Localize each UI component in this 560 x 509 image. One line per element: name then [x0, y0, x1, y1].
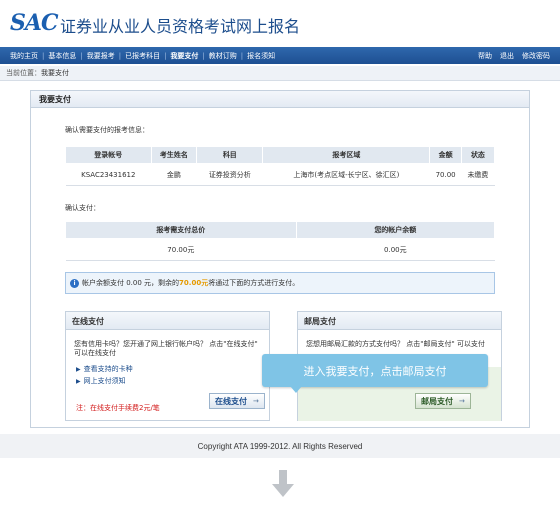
- column-header: 金额: [429, 146, 462, 164]
- page-footer: Copyright ATA 1999-2012. All Rights Rese…: [0, 434, 560, 458]
- post-office-pay-button[interactable]: 邮局支付 →: [415, 393, 471, 409]
- table-header-row: 报考需支付总价 您的帐户余额: [65, 221, 496, 239]
- column-header: 考生姓名: [150, 146, 198, 164]
- column-header: 状态: [460, 146, 496, 164]
- post-office-payment-title: 邮局支付: [298, 312, 501, 330]
- online-payment-notice-label: 网上支付须知: [83, 377, 126, 385]
- online-pay-button-label: 在线支付: [215, 396, 247, 406]
- notice-remaining-amount: 70.00元: [179, 279, 209, 287]
- cell-subject: 证券投资分析: [196, 163, 263, 186]
- exam-info-table: 登录帐号 考生姓名 科目 报考区域 金额 状态 KSAC23431612 金鹏 …: [65, 146, 496, 186]
- triangle-right-icon: ▶: [76, 378, 81, 385]
- column-header: 登录帐号: [65, 146, 152, 164]
- sac-logo[interactable]: SAC: [10, 10, 58, 36]
- online-payment-description: 您有信用卡吗？您开通了网上银行帐户吗？ 点击"在线支付" 可以在线支付: [74, 340, 258, 357]
- online-payment-box: 在线支付 您有信用卡吗？您开通了网上银行帐户吗？ 点击"在线支付" 可以在线支付…: [65, 311, 270, 421]
- nav-home[interactable]: 我的主页: [6, 51, 42, 61]
- nav-right: 帮助 退出 修改密码: [474, 47, 554, 64]
- table-header-row: 登录帐号 考生姓名 科目 报考区域 金额 状态: [65, 146, 496, 164]
- notice-text-pre: 帐户余额支付 0.00 元，剩余的: [82, 279, 180, 287]
- supported-cards-link[interactable]: ▶ 查看支持的卡种: [76, 364, 133, 374]
- cell-total-due: 70.00元: [65, 238, 297, 261]
- arrow-right-icon: →: [253, 397, 259, 405]
- instruction-tooltip: 进入我要支付，点击邮局支付: [262, 354, 488, 387]
- nav-registered-subjects[interactable]: 已报考科目: [121, 51, 164, 61]
- column-header: 报考需支付总价: [65, 221, 297, 239]
- table-row: 70.00元 0.00元: [65, 238, 495, 261]
- column-header: 您的帐户余额: [295, 221, 496, 239]
- nav-textbook-order[interactable]: 教材订购: [205, 51, 241, 61]
- triangle-right-icon: ▶: [76, 366, 81, 373]
- supported-cards-label: 查看支持的卡种: [83, 365, 133, 373]
- tooltip-pointer: [290, 386, 302, 393]
- confirm-pay-label: 确认支付：: [65, 204, 100, 212]
- cell-region: 上海市(考点区域-长宁区、徐汇区): [262, 163, 430, 186]
- nav-register-exam[interactable]: 我要报考: [83, 51, 119, 61]
- payment-summary-table: 报考需支付总价 您的帐户余额 70.00元 0.00元: [65, 221, 496, 261]
- breadcrumb-prefix: 当前位置：: [6, 69, 41, 77]
- nav-payment[interactable]: 我要支付: [166, 51, 202, 61]
- post-office-pay-button-label: 邮局支付: [421, 396, 453, 406]
- confirm-info-label: 确认需要支付的报考信息：: [65, 126, 149, 134]
- breadcrumb: 当前位置： 我要支付: [0, 66, 560, 81]
- cell-status: 未缴费: [461, 163, 495, 186]
- nav-left: 我的主页 | 基本信息 | 我要报考 | 已报考科目 | 我要支付 | 教材订购…: [6, 47, 279, 64]
- column-header: 报考区域: [262, 146, 431, 164]
- online-payment-notice-link[interactable]: ▶ 网上支付须知: [76, 376, 126, 386]
- breadcrumb-current: 我要支付: [41, 69, 69, 77]
- arrow-right-icon: →: [459, 397, 465, 405]
- online-pay-button[interactable]: 在线支付 →: [209, 393, 265, 409]
- cell-name: 金鹏: [151, 163, 197, 186]
- site-title: 证券业从业人员资格考试网上报名: [60, 17, 301, 36]
- panel-title: 我要支付: [31, 91, 529, 108]
- nav-registration-notice[interactable]: 报名须知: [243, 51, 279, 61]
- down-arrow-icon: [272, 470, 294, 497]
- cell-amount: 70.00: [429, 163, 462, 186]
- notice-text-post: 将通过下面的方式进行支付。: [208, 279, 300, 287]
- column-header: 科目: [196, 146, 264, 164]
- cell-account-balance: 0.00元: [296, 238, 495, 261]
- page-header: SAC 证券业从业人员资格考试网上报名: [0, 0, 560, 46]
- change-password-link[interactable]: 修改密码: [518, 51, 554, 61]
- post-office-payment-description: 您想用邮局汇款的方式支付吗？ 点击"邮局支付" 可以支付: [306, 340, 485, 348]
- help-link[interactable]: 帮助: [474, 51, 496, 61]
- nav-basic-info[interactable]: 基本信息: [44, 51, 80, 61]
- main-nav: 我的主页 | 基本信息 | 我要报考 | 已报考科目 | 我要支付 | 教材订购…: [0, 47, 560, 64]
- balance-notice: i 帐户余额支付 0.00 元，剩余的 70.00元 将通过下面的方式进行支付。: [65, 272, 495, 294]
- cell-account: KSAC23431612: [65, 163, 152, 186]
- table-row: KSAC23431612 金鹏 证券投资分析 上海市(考点区域-长宁区、徐汇区)…: [65, 163, 495, 186]
- info-icon: i: [70, 278, 79, 288]
- logout-link[interactable]: 退出: [496, 51, 518, 61]
- fee-note: 注：在线支付手续费2元/笔: [76, 404, 160, 412]
- online-payment-title: 在线支付: [66, 312, 269, 330]
